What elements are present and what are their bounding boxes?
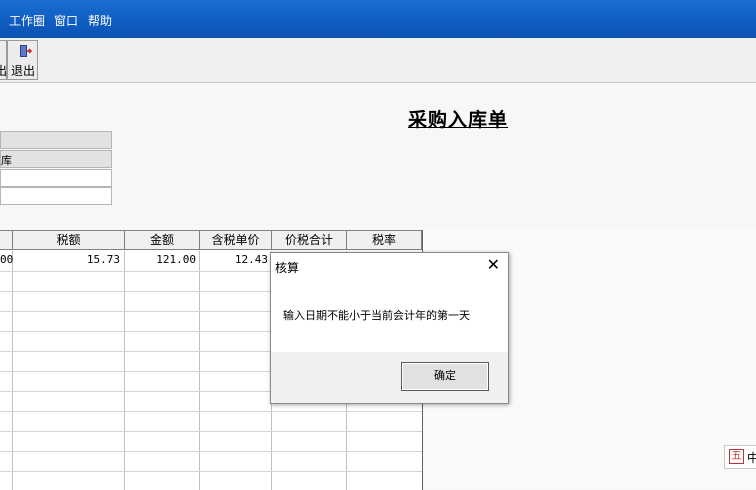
ime-wubi-icon: 五 <box>729 449 744 464</box>
ok-button[interactable]: 确定 <box>401 362 489 391</box>
form-header <box>0 83 756 230</box>
header-field-4[interactable] <box>0 187 112 205</box>
grid-cell-amount[interactable]: 121.00 <box>130 253 196 266</box>
grid-row-divider <box>0 411 422 412</box>
dialog-message: 输入日期不能小于当前会计年的第一天 <box>283 309 470 322</box>
ime-indicator[interactable]: 五 中 <box>724 445 756 469</box>
header-field-3[interactable] <box>0 169 112 187</box>
grid-cell-partial[interactable]: 00 <box>0 253 13 266</box>
menu-window[interactable]: 窗口 <box>54 12 78 29</box>
exit-icon <box>20 45 32 57</box>
grid-row-divider <box>0 451 422 452</box>
grid-header-unit-price[interactable]: 含税单价 <box>200 231 272 250</box>
header-field-2[interactable]: 库 <box>0 150 112 168</box>
dialog-title: 核算 <box>275 261 300 275</box>
grid-row-divider <box>0 471 422 472</box>
toolbar: 出 退出 <box>0 38 756 83</box>
grid-header-total[interactable]: 价税合计 <box>272 231 347 250</box>
exit-label: 退出 <box>11 64 36 78</box>
grid-row-divider <box>0 431 422 432</box>
alert-dialog: 核算 ✕ 输入日期不能小于当前会计年的第一天 确定 <box>270 252 509 404</box>
toolbar-button-partial[interactable]: 出 <box>0 40 7 80</box>
dialog-title-bar: 核算 ✕ <box>271 253 508 279</box>
header-field-2-value: 库 <box>1 154 12 167</box>
grid-header-tax-rate[interactable]: 税率 <box>347 231 422 250</box>
menu-bar: 工作圈 窗口 帮助 <box>0 0 756 38</box>
grid-header-tax[interactable]: 税额 <box>13 231 125 250</box>
grid-cell-tax[interactable]: 15.73 <box>60 253 120 266</box>
close-icon[interactable]: ✕ <box>487 257 500 273</box>
header-field-1[interactable] <box>0 131 112 149</box>
menu-help[interactable]: 帮助 <box>88 12 112 29</box>
grid-cell-unit-price[interactable]: 12.43 <box>205 253 268 266</box>
toolbar-button-partial-label: 出 <box>0 64 8 78</box>
ime-mode-label: 中 <box>747 451 756 465</box>
page-title: 采购入库单 <box>408 109 509 131</box>
grid-header-partial[interactable] <box>0 231 13 250</box>
menu-workcircle[interactable]: 工作圈 <box>9 12 45 29</box>
exit-button[interactable]: 退出 <box>7 40 38 80</box>
grid-header-amount[interactable]: 金额 <box>125 231 200 250</box>
dialog-body: 输入日期不能小于当前会计年的第一天 <box>271 279 508 352</box>
